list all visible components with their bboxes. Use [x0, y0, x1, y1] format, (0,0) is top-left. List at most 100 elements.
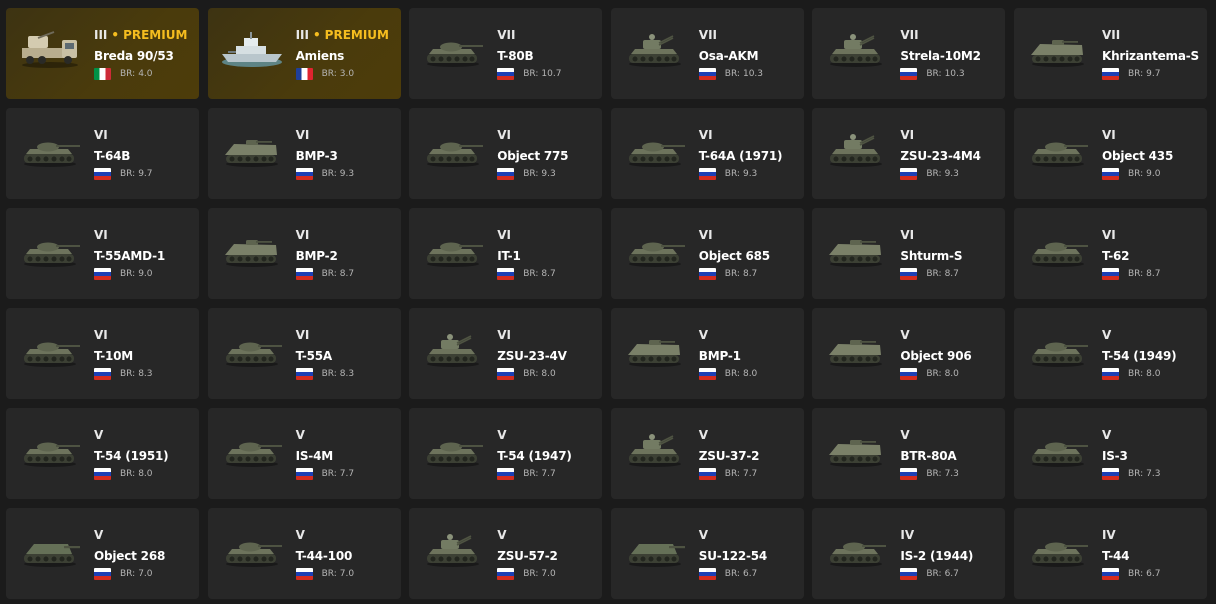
- vehicle-card[interactable]: IV IS-2 (1944) BR: 6.7: [812, 508, 1006, 599]
- vehicle-meta: BR: 10.3: [698, 68, 800, 80]
- battle-rating: BR: 7.7: [725, 469, 758, 479]
- br-value: 8.7: [339, 269, 355, 279]
- vehicle-name: Strela-10M2: [900, 49, 981, 63]
- vehicle-card[interactable]: V T-54 (1951) BR: 8.0: [6, 408, 199, 499]
- vehicle-card[interactable]: V T-54 (1949) BR: 8.0: [1013, 308, 1207, 399]
- vehicle-tier: V: [497, 528, 507, 542]
- vehicle-name: BMP-3: [295, 149, 338, 163]
- russia-flag-icon: [698, 268, 716, 280]
- vehicle-card[interactable]: VI Object 435 BR: 9.0: [1013, 108, 1207, 199]
- ifv-icon: [220, 130, 284, 170]
- vehicle-tier: VI: [1101, 128, 1116, 142]
- vehicle-info: VI ZSU-23-4M4 BR: 9.3: [900, 128, 1001, 180]
- vehicle-tier: V: [900, 328, 910, 342]
- vehicle-name: ZSU-37-2: [698, 449, 760, 463]
- vehicle-info: V Object 906 BR: 8.0: [900, 328, 1001, 380]
- br-label: BR:: [321, 69, 337, 79]
- vehicle-card[interactable]: V Object 268 BR: 7.0: [6, 508, 199, 599]
- vehicle-name: T-54 (1947): [497, 449, 572, 463]
- vehicle-card[interactable]: VI T-55AMD-1 BR: 9.0: [6, 208, 199, 299]
- vehicle-card[interactable]: V T-54 (1947) BR: 7.7: [409, 408, 603, 499]
- tank-icon: [18, 430, 82, 470]
- vehicle-card[interactable]: V BMP-1 BR: 8.0: [610, 308, 804, 399]
- vehicle-info: VI T-55A BR: 8.3: [295, 328, 397, 380]
- vehicle-card[interactable]: III • PREMIUM Breda 90/53 BR: 4.0: [6, 8, 199, 99]
- vehicle-tier-line: VI: [1102, 228, 1203, 243]
- vehicle-card[interactable]: VII Khrizantema-S BR: 9.7: [1013, 8, 1207, 99]
- vehicle-tier-line: V: [497, 428, 598, 443]
- vehicle-card[interactable]: IV T-44 BR: 6.7: [1013, 508, 1207, 599]
- vehicle-card[interactable]: V ZSU-57-2 BR: 7.0: [409, 508, 603, 599]
- vehicle-tier-line: VI: [94, 328, 195, 343]
- vehicle-tier: VI: [94, 328, 108, 342]
- vehicle-card[interactable]: VI IT-1 BR: 8.7: [409, 208, 603, 299]
- vehicle-card[interactable]: V SU-122-54 BR: 6.7: [610, 508, 804, 599]
- vehicle-card[interactable]: VI ZSU-23-4V BR: 8.0: [409, 308, 603, 399]
- vehicle-card[interactable]: VI Shturm-S BR: 8.7: [812, 208, 1006, 299]
- vehicle-card[interactable]: V Object 906 BR: 8.0: [812, 308, 1006, 399]
- vehicle-card[interactable]: VII Strela-10M2 BR: 10.3: [812, 8, 1006, 99]
- vehicle-info: VII T-80B BR: 10.7: [497, 28, 598, 80]
- br-value: 7.3: [1146, 469, 1161, 479]
- vehicle-tier: V: [295, 428, 305, 442]
- vehicle-tier: VI: [94, 228, 108, 242]
- vehicle-info: VI T-55AMD-1 BR: 9.0: [94, 228, 195, 280]
- vehicle-grid: III • PREMIUM Breda 90/53 BR: 4.0 III • PREMIUM A…: [0, 0, 1216, 604]
- br-label: BR:: [120, 569, 136, 579]
- vehicle-card[interactable]: VI T-64B BR: 9.7: [6, 108, 199, 199]
- vehicle-tier-line: VI: [497, 128, 598, 143]
- tank-icon: [1026, 230, 1090, 270]
- vehicle-tier: V: [698, 428, 709, 442]
- vehicle-card[interactable]: V ZSU-37-2 BR: 7.7: [610, 408, 804, 499]
- vehicle-tier: V: [295, 528, 305, 542]
- vehicle-info: IV T-44 BR: 6.7: [1101, 528, 1203, 580]
- vehicle-card[interactable]: VI ZSU-23-4M4 BR: 9.3: [812, 108, 1006, 199]
- vehicle-tier-line: VI: [94, 228, 195, 243]
- vehicle-card[interactable]: VI T-10M BR: 8.3: [6, 308, 199, 399]
- vehicle-card[interactable]: V T-44-100 BR: 7.0: [207, 508, 401, 599]
- vehicle-tier: IV: [900, 528, 915, 542]
- vehicle-tier-line: VI: [900, 228, 1001, 243]
- vehicle-name: BMP-2: [295, 249, 338, 263]
- br-label: BR:: [724, 169, 740, 179]
- ifv-icon: [623, 330, 687, 370]
- vehicle-card[interactable]: VI T-64A (1971) BR: 9.3: [610, 108, 804, 199]
- vehicle-card[interactable]: V BTR-80A BR: 7.3: [812, 408, 1006, 499]
- vehicle-card[interactable]: VI Object 775 BR: 9.3: [409, 108, 603, 199]
- vehicle-tier: VII: [698, 28, 717, 42]
- vehicle-card[interactable]: VI BMP-3 BR: 9.3: [207, 108, 401, 199]
- vehicle-tier: III: [295, 28, 309, 42]
- vehicle-tier-line: VI: [296, 228, 397, 243]
- vehicle-card[interactable]: VI T-62 BR: 8.7: [1013, 208, 1207, 299]
- br-value: 4.0: [138, 69, 153, 79]
- vehicle-tier-line: V: [1102, 428, 1203, 443]
- vehicle-card[interactable]: V IS-3 BR: 7.3: [1013, 408, 1207, 499]
- spaa-icon: [824, 130, 888, 170]
- vehicle-info: VI T-62 BR: 8.7: [1101, 228, 1203, 280]
- vehicle-meta: BR: 8.0: [497, 368, 598, 380]
- battle-rating: BR: 10.7: [523, 69, 561, 79]
- vehicle-meta: BR: 8.7: [1101, 268, 1203, 280]
- br-value: 7.0: [339, 569, 355, 579]
- vehicle-card[interactable]: VII Osa-AKM BR: 10.3: [610, 8, 804, 99]
- russia-flag-icon: [295, 168, 313, 180]
- premium-label: PREMIUM: [324, 28, 389, 42]
- vehicle-name: T-64A (1971): [698, 149, 783, 163]
- vehicle-name: Khrizantema-S: [1101, 49, 1199, 63]
- vehicle-info: VII Strela-10M2 BR: 10.3: [900, 28, 1001, 80]
- vehicle-tier: VII: [900, 28, 919, 42]
- spaa-icon: [421, 330, 485, 370]
- battle-rating: BR: 7.3: [1128, 469, 1161, 479]
- vehicle-card[interactable]: VI Object 685 BR: 8.7: [610, 208, 804, 299]
- br-value: 7.7: [339, 469, 355, 479]
- vehicle-card[interactable]: V IS-4M BR: 7.7: [207, 408, 401, 499]
- vehicle-card[interactable]: VI BMP-2 BR: 8.7: [207, 208, 401, 299]
- battle-rating: BR: 8.0: [725, 369, 758, 379]
- br-label: BR:: [1127, 369, 1144, 379]
- russia-flag-icon: [1101, 368, 1119, 380]
- br-label: BR:: [1127, 269, 1144, 279]
- vehicle-card[interactable]: VI T-55A BR: 8.3: [207, 308, 401, 399]
- battle-rating: BR: 9.3: [926, 169, 959, 179]
- vehicle-card[interactable]: III • PREMIUM Amiens BR: 3.0: [207, 8, 401, 99]
- vehicle-card[interactable]: VII T-80B BR: 10.7: [409, 8, 603, 99]
